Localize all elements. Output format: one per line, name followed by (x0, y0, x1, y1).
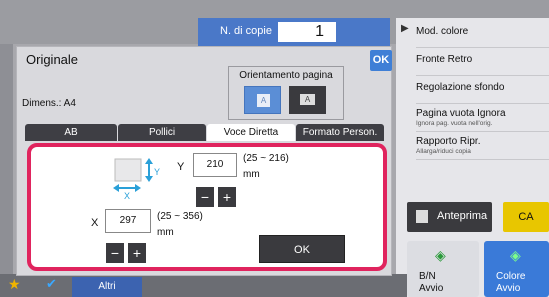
portrait-icon: A (257, 94, 270, 107)
menu-item-rapporto-ripr[interactable]: Rapporto Ripr. Allarga/riduci copia (416, 132, 549, 160)
start-icon: ◈ (510, 247, 521, 263)
copies-label: N. di copie (220, 25, 272, 37)
copies-bar: N. di copie 1 (198, 18, 390, 46)
start-icon: ◈ (435, 247, 446, 263)
tab-pollici[interactable]: Pollici (118, 124, 206, 141)
orientation-label: Orientamento pagina (239, 70, 333, 81)
y-unit: mm (243, 169, 260, 180)
bn-start-button[interactable]: ◈ B/N Avvio (407, 241, 479, 297)
y-label: Y (177, 161, 185, 173)
menu-item-label: Mod. colore (416, 26, 469, 37)
preview-icon (416, 210, 428, 223)
menu-item-fronte-retro[interactable]: Fronte Retro (416, 48, 549, 76)
svg-text:X: X (124, 191, 130, 199)
orientation-portrait-button[interactable]: A (244, 86, 281, 114)
paper-size-icon: Y X (113, 158, 160, 199)
avvio-label: Avvio (496, 283, 521, 294)
size-entry-panel: Y X Y 210 (25 ~ 216) mm − + X 297 (25 ~ … (27, 143, 387, 271)
tab-formato-person[interactable]: Formato Person. (296, 124, 384, 141)
expand-arrow-icon[interactable]: ▶ (401, 23, 409, 34)
y-input[interactable]: 210 (193, 153, 237, 177)
x-increment-button[interactable]: + (128, 243, 146, 263)
tab-ab[interactable]: AB (25, 124, 117, 141)
ok-top-button[interactable]: OK (370, 50, 392, 71)
dialog-title: Originale (26, 52, 79, 67)
left-strip (0, 44, 13, 274)
x-unit: mm (157, 227, 174, 238)
dimensions-label: Dimens.: A4 (22, 98, 76, 109)
colore-label: Colore (496, 271, 526, 282)
menu-item-mod-colore[interactable]: Mod. colore (416, 20, 549, 48)
menu-item-label: Fronte Retro (416, 54, 473, 65)
menu-item-label: Rapporto Ripr. (416, 136, 481, 147)
orientation-group: Orientamento pagina A A (228, 66, 344, 120)
anteprima-label: Anteprima (437, 210, 488, 222)
landscape-icon: A (300, 94, 315, 105)
y-range: (25 ~ 216) (243, 153, 289, 164)
star-icon[interactable]: ★ (8, 276, 21, 293)
anteprima-button[interactable]: Anteprima (407, 202, 492, 232)
menu-item-sublabel: Allarga/riduci copia (416, 148, 471, 155)
menu-item-label: Regolazione sfondo (416, 82, 505, 93)
avvio-label: Avvio (419, 283, 444, 294)
tab-voce-diretta[interactable]: Voce Diretta (207, 124, 295, 141)
check-icon[interactable]: ✔ (46, 276, 57, 292)
menu-item-regolazione-sfondo[interactable]: Regolazione sfondo (416, 76, 549, 104)
x-label: X (91, 217, 99, 229)
bn-label: B/N (419, 271, 436, 282)
altri-button[interactable]: Altri (72, 277, 142, 297)
ok-button[interactable]: OK (259, 235, 345, 263)
colore-start-button[interactable]: ◈ Colore Avvio (484, 241, 549, 297)
y-decrement-button[interactable]: − (196, 187, 214, 207)
x-decrement-button[interactable]: − (106, 243, 124, 263)
copies-input[interactable]: 1 (278, 22, 336, 42)
x-range: (25 ~ 356) (157, 211, 203, 222)
menu-item-pagina-vuota[interactable]: Pagina vuota Ignora Ignora pag. vuota nel… (416, 104, 549, 132)
menu-item-label: Pagina vuota Ignora (416, 108, 506, 119)
ca-button[interactable]: CA (503, 202, 549, 232)
bottom-bar (0, 274, 407, 297)
orientation-landscape-button[interactable]: A (289, 86, 326, 114)
x-input[interactable]: 297 (105, 209, 151, 233)
y-increment-button[interactable]: + (218, 187, 236, 207)
menu-item-sublabel: Ignora pag. vuota nell'orig. (416, 120, 493, 127)
svg-text:Y: Y (154, 167, 160, 177)
